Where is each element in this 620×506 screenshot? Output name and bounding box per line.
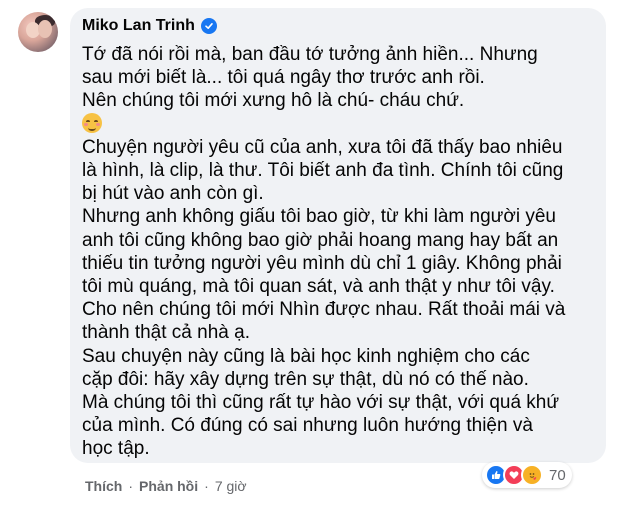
reply-button[interactable]: Phản hồi	[139, 478, 198, 494]
reaction-count: 70	[549, 466, 566, 484]
comment-line: Tớ đã nói rồi mà, ban đầu tớ tưởng ảnh h…	[82, 44, 538, 65]
avatar-face-right	[38, 20, 52, 38]
like-button[interactable]: Thích	[85, 478, 122, 494]
comment-author: Miko Lan Trinh	[82, 17, 217, 35]
comment-line: anh tôi cũng không bao giờ phải hoang ma…	[82, 229, 559, 251]
separator-dot: ·	[128, 478, 134, 494]
comment-timestamp[interactable]: 7 giờ	[215, 478, 247, 494]
comment-line: Chuyện người yêu cũ của anh, xưa tôi đã …	[82, 136, 563, 158]
smiling-face-blush-emoji-icon	[82, 112, 102, 133]
comment-line: tôi mù quáng, mà tôi quan sát, và anh th…	[82, 276, 555, 298]
separator-dot: ·	[204, 478, 209, 494]
comment-line: cặp đôi: hãy xây dựng trên sự thật, dù n…	[82, 368, 529, 390]
comment-bubble: Miko Lan Trinh Tớ đã nói rồi mà, ban đầu…	[70, 8, 606, 463]
comment-line: Nhưng anh không giấu tôi bao giờ, từ khi…	[82, 206, 556, 228]
verified-badge-icon	[200, 18, 217, 34]
comment-line: Nên chúng tôi mới xưng hô là chú- cháu c…	[82, 90, 465, 112]
author-avatar[interactable]	[18, 12, 58, 52]
comment-text: Tớ đã nói rồi mà, ban đầu tớ tưởng ảnh h…	[82, 43, 597, 461]
comment-actions: Thích · Phản hồi · 7 giờ	[85, 478, 247, 494]
comment-line: thành thật cả nhà ạ.	[82, 322, 250, 344]
care-reaction-icon	[521, 464, 543, 486]
comment-line: là hình, là clip, là thư. Tôi biết anh đ…	[82, 160, 564, 182]
comment-line: thiếu tin tưởng người yêu mình dù chỉ 1 …	[82, 252, 562, 274]
comment-line: Cho nên chúng tôi mới Nhìn được nhau. Rấ…	[82, 299, 566, 321]
author-name[interactable]: Miko Lan Trinh	[82, 17, 195, 35]
comment-line: của mình. Có đúng có sai nhưng luôn hướn…	[82, 415, 533, 437]
comment-line: Mà chúng tôi thì cũng rất tự hào với sự …	[82, 392, 560, 414]
comment-line: Sau chuyện này cũng là bài học kinh nghi…	[82, 345, 530, 367]
emoji-line	[82, 112, 597, 136]
comment-line: bị hút vào anh còn gì.	[82, 183, 264, 205]
reactions-summary[interactable]: 70	[482, 462, 572, 488]
comment-line: sau mới biết là... tôi quá ngây thơ trướ…	[82, 67, 485, 89]
comment-line: học tập.	[82, 438, 150, 460]
